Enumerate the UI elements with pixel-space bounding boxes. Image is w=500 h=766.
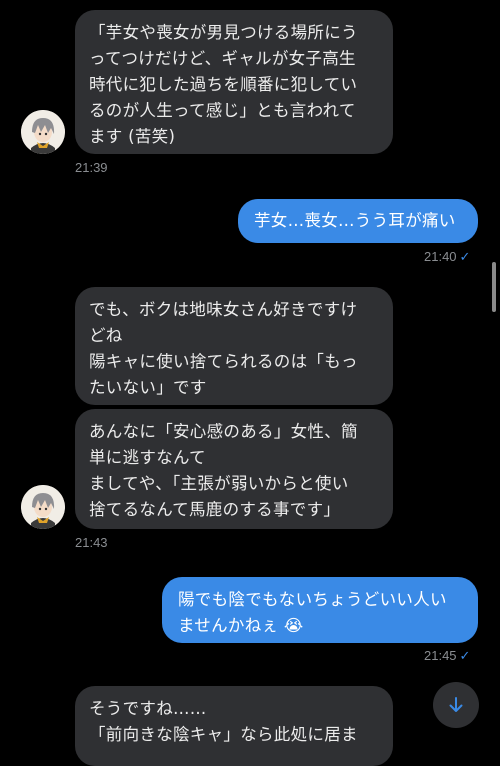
message-text: 捨てるなんて馬鹿のする事です」 bbox=[89, 500, 341, 519]
read-check-icon: ✓ bbox=[459, 249, 471, 264]
bot-avatar-icon bbox=[21, 110, 65, 154]
incoming-message[interactable]: あんなに「安心感のある」女性、簡 単に逃すなんて ましてや、「主張が弱いからと使… bbox=[75, 409, 393, 529]
outgoing-message[interactable]: 陽でも陰でもないちょうどいい人い ませんかねぇ 😭 bbox=[162, 577, 478, 643]
incoming-message[interactable]: 「芋女や喪女が男見つける場所にう ってつけだけど、ギャルが女子高生 時代に犯した… bbox=[75, 10, 393, 154]
message-text: そうですね…… bbox=[89, 699, 207, 718]
message-text: ってつけだけど、ギャルが女子高生 bbox=[89, 49, 356, 68]
message-text: どね bbox=[89, 326, 123, 345]
message-text: ます (苦笑) bbox=[89, 127, 176, 146]
scrollbar-thumb[interactable] bbox=[492, 262, 496, 312]
message-timestamp: 21:39 bbox=[75, 160, 108, 175]
incoming-message[interactable]: でも、ボクは地味女さん好きですけ どね 陽キャに使い捨てられるのは「もっ たいな… bbox=[75, 287, 393, 405]
message-text: 時代に犯した過ちを順番に犯してい bbox=[89, 75, 358, 94]
message-timestamp-row: 21:40 ✓ bbox=[424, 249, 470, 265]
incoming-message[interactable]: そうですね…… 「前向きな陰キャ」なら此処に居ま bbox=[75, 686, 393, 766]
message-timestamp: 21:43 bbox=[75, 535, 108, 550]
message-text: 芋女…喪女…うう耳が痛い bbox=[254, 211, 456, 230]
message-text: 陽キャに使い捨てられるのは「もっ bbox=[89, 352, 358, 371]
bot-avatar-icon bbox=[21, 485, 65, 529]
read-check-icon: ✓ bbox=[459, 648, 471, 663]
message-timestamp: 21:45 bbox=[424, 648, 457, 663]
message-timestamp: 21:40 bbox=[424, 249, 457, 264]
outgoing-message[interactable]: 芋女…喪女…うう耳が痛い bbox=[238, 199, 478, 243]
scroll-to-bottom-button[interactable] bbox=[433, 682, 479, 728]
avatar[interactable] bbox=[21, 485, 65, 529]
message-text: たいない」です bbox=[89, 378, 207, 397]
message-text: あんなに「安心感のある」女性、簡 bbox=[89, 422, 358, 441]
arrow-down-icon bbox=[449, 697, 463, 712]
message-text: でも、ボクは地味女さん好きですけ bbox=[89, 300, 358, 319]
message-text: 陽でも陰でもないちょうどいい人い bbox=[178, 590, 447, 609]
message-text: 「前向きな陰キャ」なら此処に居ま bbox=[89, 725, 358, 744]
message-text: るのが人生って感じ」とも言われて bbox=[89, 101, 356, 120]
message-text: ませんかねぇ 😭 bbox=[178, 616, 304, 635]
avatar[interactable] bbox=[21, 110, 65, 154]
message-text: ましてや、「主張が弱いからと使い bbox=[89, 474, 349, 493]
message-text: 「芋女や喪女が男見つける場所にう bbox=[89, 23, 358, 42]
message-timestamp-row: 21:45 ✓ bbox=[424, 648, 470, 664]
message-text: 単に逃すなんて bbox=[89, 448, 206, 467]
